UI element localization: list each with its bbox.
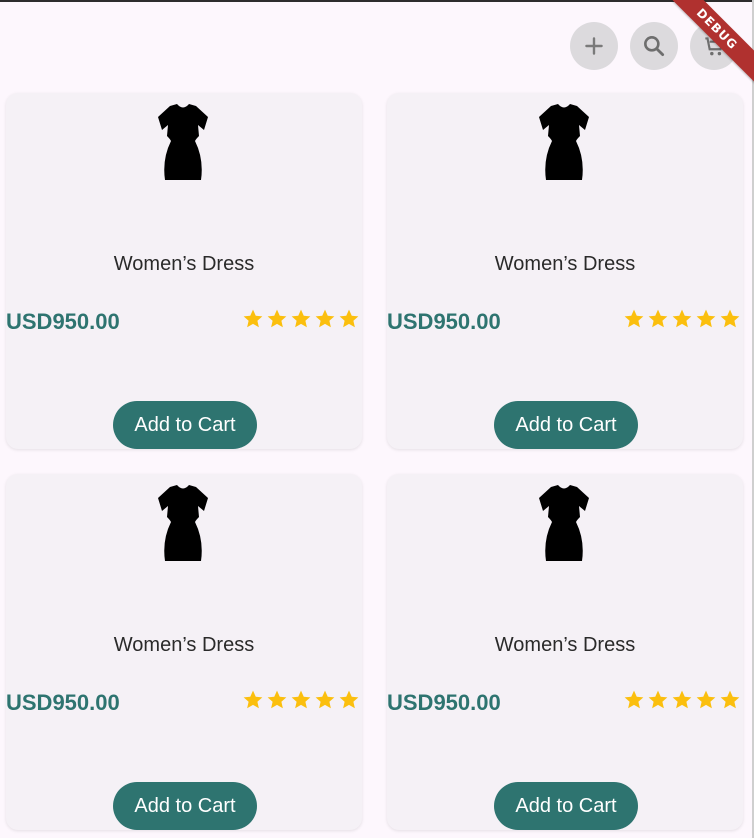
rating-stars [242, 308, 360, 330]
product-price: USD950.00 [6, 690, 120, 715]
rating-stars [623, 689, 741, 711]
rating-stars [623, 308, 741, 330]
star-icon [243, 309, 263, 328]
product-title: Women’s Dress [113, 634, 255, 656]
dress-icon [158, 104, 208, 180]
star-icon [339, 690, 359, 709]
star-icon [315, 309, 335, 328]
star-icon [267, 690, 287, 709]
product-card[interactable]: Women’s Dress USD950.00 Add to Cart [387, 474, 743, 830]
product-title: Women’s Dress [494, 634, 636, 656]
product-title: Women’s Dress [113, 253, 255, 275]
star-icon [672, 690, 692, 709]
star-icon [696, 309, 716, 328]
search-icon [644, 36, 665, 57]
product-price: USD950.00 [6, 309, 120, 334]
rating-stars [242, 689, 360, 711]
star-icon [696, 690, 716, 709]
dress-icon [158, 485, 208, 561]
star-icon [243, 690, 263, 709]
add-to-cart-button[interactable]: Add to Cart [494, 401, 638, 449]
star-icon [648, 690, 668, 709]
product-price: USD950.00 [387, 309, 501, 334]
add-to-cart-button[interactable]: Add to Cart [113, 782, 257, 830]
add-button[interactable] [570, 22, 618, 70]
star-icon [624, 690, 644, 709]
star-icon [291, 309, 311, 328]
product-title: Women’s Dress [494, 253, 636, 275]
star-icon [672, 309, 692, 328]
dress-icon [539, 104, 589, 180]
product-card[interactable]: Women’s Dress USD950.00 Add to Cart [6, 93, 362, 449]
add-to-cart-button[interactable]: Add to Cart [113, 401, 257, 449]
star-icon [339, 309, 359, 328]
product-price: USD950.00 [387, 690, 501, 715]
star-icon [291, 690, 311, 709]
dress-icon [539, 485, 589, 561]
product-card[interactable]: Women’s Dress USD950.00 Add to Cart [6, 474, 362, 830]
star-icon [720, 309, 740, 328]
star-icon [648, 309, 668, 328]
plus-icon [585, 37, 603, 55]
star-icon [624, 309, 644, 328]
add-to-cart-button[interactable]: Add to Cart [494, 782, 638, 830]
star-icon [720, 690, 740, 709]
star-icon [315, 690, 335, 709]
app-bar [0, 2, 754, 86]
search-button[interactable] [630, 22, 678, 70]
star-icon [267, 309, 287, 328]
product-card[interactable]: Women’s Dress USD950.00 Add to Cart [387, 93, 743, 449]
